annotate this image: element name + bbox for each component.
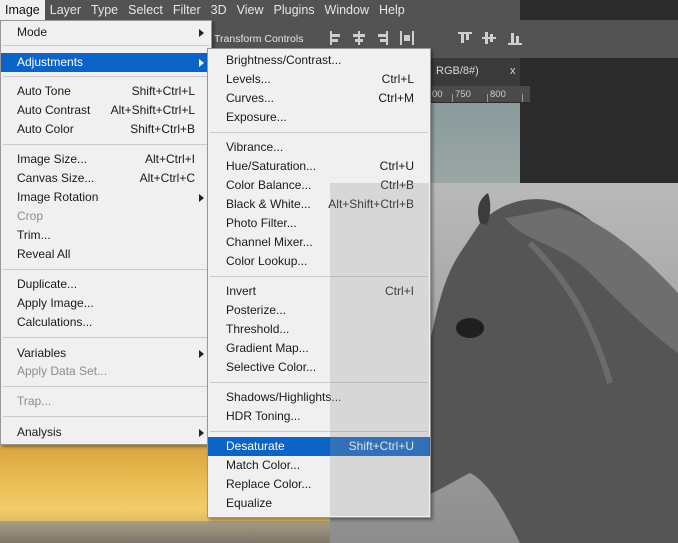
menu-item-image-rotation[interactable]: Image Rotation bbox=[1, 188, 211, 207]
ruler-mark: 00 bbox=[432, 89, 443, 100]
chevron-right-icon bbox=[199, 29, 204, 37]
menu-item-canvas-size[interactable]: Canvas Size... Alt+Ctrl+C bbox=[1, 169, 211, 188]
menu-item-selective-color[interactable]: Selective Color... bbox=[208, 358, 430, 377]
menu-image[interactable]: Image bbox=[0, 0, 45, 20]
align-top-icon[interactable] bbox=[458, 31, 472, 45]
menu-item-mode[interactable]: Mode bbox=[1, 23, 211, 42]
menu-window[interactable]: Window bbox=[320, 0, 374, 20]
align-middle-icon[interactable] bbox=[482, 31, 496, 45]
menu-item-match-color[interactable]: Match Color... bbox=[208, 456, 430, 475]
ruler-mark: 800 bbox=[490, 89, 506, 100]
adjustments-submenu: Brightness/Contrast... Levels... Ctrl+L C… bbox=[207, 48, 431, 518]
menu-type[interactable]: Type bbox=[86, 0, 123, 20]
menu-item-exposure[interactable]: Exposure... bbox=[208, 108, 430, 127]
menu-item-photo-filter[interactable]: Photo Filter... bbox=[208, 214, 430, 233]
menu-3d[interactable]: 3D bbox=[206, 0, 232, 20]
menu-plugins[interactable]: Plugins bbox=[269, 0, 320, 20]
chevron-right-icon bbox=[199, 429, 204, 437]
document-tab-close[interactable]: x bbox=[510, 65, 516, 77]
menu-item-invert[interactable]: Invert Ctrl+I bbox=[208, 282, 430, 301]
menu-item-color-lookup[interactable]: Color Lookup... bbox=[208, 252, 430, 271]
document-tab-label: RGB/8#) bbox=[436, 65, 479, 77]
menu-item-trim[interactable]: Trim... bbox=[1, 226, 211, 245]
menu-item-reveal-all[interactable]: Reveal All bbox=[1, 245, 211, 264]
menu-item-auto-color[interactable]: Auto Color Shift+Ctrl+B bbox=[1, 120, 211, 139]
align-bottom-icon[interactable] bbox=[508, 31, 522, 45]
menu-item-shadows-highlights[interactable]: Shadows/Highlights... bbox=[208, 388, 430, 407]
menu-item-auto-tone[interactable]: Auto Tone Shift+Ctrl+L bbox=[1, 82, 211, 101]
menu-item-trap: Trap... bbox=[17, 394, 52, 408]
menu-item-desaturate[interactable]: Desaturate Shift+Ctrl+U bbox=[208, 437, 430, 456]
menu-item-levels[interactable]: Levels... Ctrl+L bbox=[208, 70, 430, 89]
menu-item-analysis[interactable]: Analysis bbox=[1, 423, 211, 442]
menu-item-apply-data-set: Apply Data Set... bbox=[17, 364, 108, 378]
distribute-icon[interactable] bbox=[400, 31, 414, 45]
menu-view[interactable]: View bbox=[232, 0, 269, 20]
chevron-right-icon bbox=[199, 59, 204, 67]
menu-item-hdr-toning[interactable]: HDR Toning... bbox=[208, 407, 430, 426]
menu-item-posterize[interactable]: Posterize... bbox=[208, 301, 430, 320]
align-right-icon[interactable] bbox=[376, 31, 390, 45]
menu-item-color-balance[interactable]: Color Balance... Ctrl+B bbox=[208, 176, 430, 195]
menu-item-duplicate[interactable]: Duplicate... bbox=[1, 275, 211, 294]
menu-item-crop: Crop bbox=[17, 209, 44, 223]
menu-item-equalize[interactable]: Equalize bbox=[208, 494, 430, 513]
menu-item-auto-contrast[interactable]: Auto Contrast Alt+Shift+Ctrl+L bbox=[1, 101, 211, 120]
menu-filter[interactable]: Filter bbox=[168, 0, 206, 20]
transform-controls-label[interactable]: Transform Controls bbox=[214, 33, 303, 45]
menu-item-hue-saturation[interactable]: Hue/Saturation... Ctrl+U bbox=[208, 157, 430, 176]
menu-item-curves[interactable]: Curves... Ctrl+M bbox=[208, 89, 430, 108]
menu-item-black-white[interactable]: Black & White... Alt+Shift+Ctrl+B bbox=[208, 195, 430, 214]
ruler-mark: 750 bbox=[455, 89, 471, 100]
menu-item-calculations[interactable]: Calculations... bbox=[1, 313, 211, 332]
align-left-icon[interactable] bbox=[328, 31, 342, 45]
align-center-icon[interactable] bbox=[352, 31, 366, 45]
image-menu: Mode Adjustments Auto Tone Shift+Ctrl+L A… bbox=[0, 20, 212, 445]
chevron-right-icon bbox=[199, 194, 204, 202]
menu-item-brightness-contrast[interactable]: Brightness/Contrast... bbox=[208, 51, 430, 70]
document-tab[interactable]: RGB/8#) x bbox=[430, 58, 520, 86]
menu-item-adjustments[interactable]: Adjustments bbox=[1, 53, 211, 72]
menu-item-vibrance[interactable]: Vibrance... bbox=[208, 138, 430, 157]
chevron-right-icon bbox=[199, 350, 204, 358]
canvas-area bbox=[430, 103, 520, 183]
menu-item-replace-color[interactable]: Replace Color... bbox=[208, 475, 430, 494]
menu-item-threshold[interactable]: Threshold... bbox=[208, 320, 430, 339]
menu-item-apply-image[interactable]: Apply Image... bbox=[1, 294, 211, 313]
menu-help[interactable]: Help bbox=[374, 0, 410, 20]
horizontal-ruler: 00 750 800 bbox=[430, 86, 530, 103]
menu-item-gradient-map[interactable]: Gradient Map... bbox=[208, 339, 430, 358]
menu-item-variables[interactable]: Variables bbox=[1, 344, 211, 363]
menu-layer[interactable]: Layer bbox=[45, 0, 86, 20]
menu-select[interactable]: Select bbox=[123, 0, 168, 20]
menu-item-image-size[interactable]: Image Size... Alt+Ctrl+I bbox=[1, 150, 211, 169]
menu-item-channel-mixer[interactable]: Channel Mixer... bbox=[208, 233, 430, 252]
